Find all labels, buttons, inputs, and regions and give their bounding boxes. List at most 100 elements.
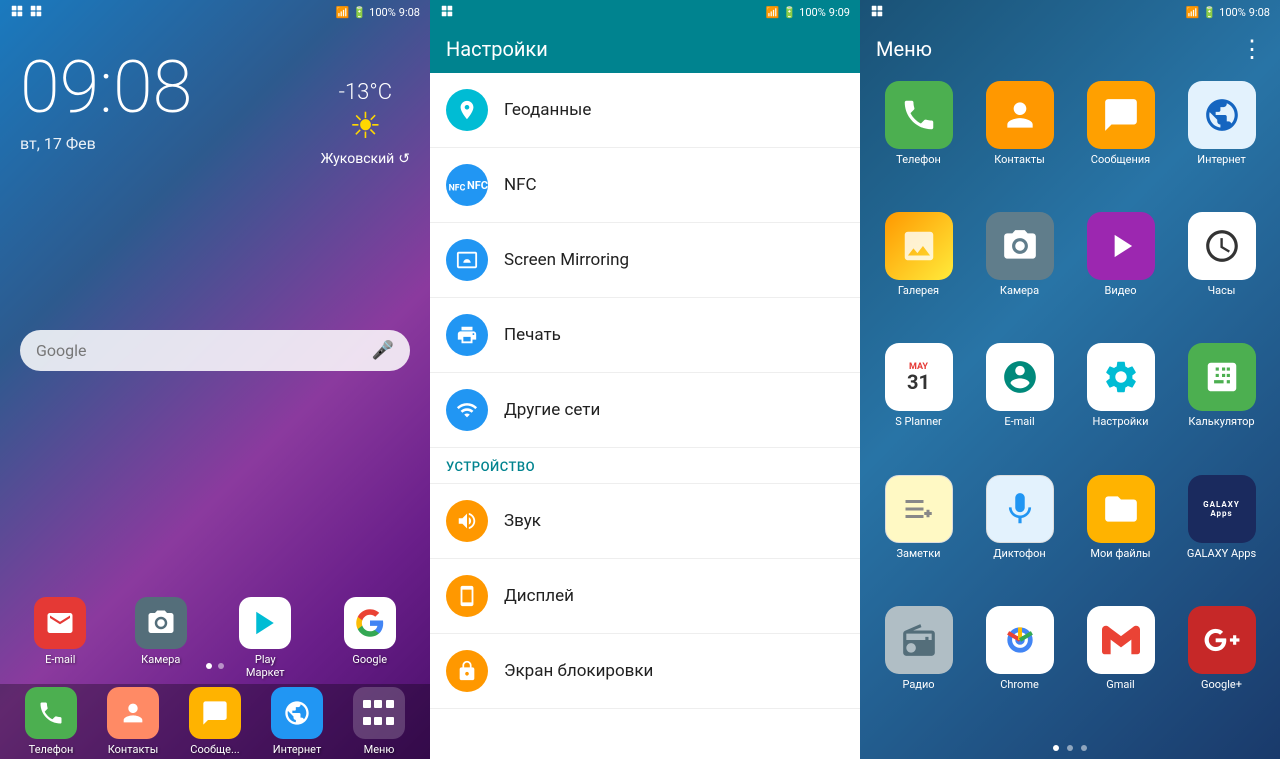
app-grid-splanner[interactable]: MAY 31 S Planner: [872, 343, 965, 466]
apps-grid: Телефон Контакты Сообщения Интернет Га: [860, 73, 1280, 737]
app-grid-internet[interactable]: Интернет: [1175, 81, 1268, 204]
google-label: Google: [36, 341, 87, 360]
grid-chrome-icon: [986, 606, 1054, 674]
app-grid-video[interactable]: Видео: [1074, 212, 1167, 335]
grid-gmail-label: Gmail: [1106, 678, 1134, 691]
grid-camera-icon: [986, 212, 1054, 280]
settings-item-geo[interactable]: Геоданные: [430, 73, 860, 148]
grid-video-label: Видео: [1105, 284, 1137, 297]
grid-chrome-label: Chrome: [1000, 678, 1039, 691]
status-bar-panel1: 📶 🔋 100% 9:08: [0, 0, 430, 25]
networks-label: Другие сети: [504, 400, 600, 420]
grid-myfiles-icon: [1087, 475, 1155, 543]
sound-label: Звук: [504, 511, 541, 531]
app-grid-camera[interactable]: Камера: [973, 212, 1066, 335]
grid-recorder-label: Диктофон: [993, 547, 1046, 560]
nfc-label: NFC: [504, 175, 537, 195]
app-grid-myfiles[interactable]: Мои файлы: [1074, 475, 1167, 598]
grid-notes-icon: [885, 475, 953, 543]
settings-header: Настройки: [430, 25, 860, 73]
dock-phone[interactable]: Телефон: [25, 687, 77, 756]
grid-messages-label: Сообщения: [1091, 153, 1150, 166]
dock-internet-icon: [271, 687, 323, 739]
email-icon: [34, 597, 86, 649]
lockscreen-icon: [446, 650, 488, 692]
grid-messages-icon: [1087, 81, 1155, 149]
print-icon: [446, 314, 488, 356]
dock: Телефон Контакты Сообще... Интернет: [0, 684, 430, 759]
sound-icon: [446, 500, 488, 542]
grid-gallery-icon: [885, 212, 953, 280]
settings-item-networks[interactable]: Другие сети: [430, 373, 860, 448]
dock-phone-label: Телефон: [29, 743, 74, 756]
grid-galaxyapps-icon: GALAXY Apps: [1188, 475, 1256, 543]
city-name: Жуковский ↺: [321, 151, 410, 167]
grid-phone-icon: [885, 81, 953, 149]
settings-title: Настройки: [446, 37, 548, 61]
page-dots-panel3: [860, 737, 1280, 759]
app-grid-recorder[interactable]: Диктофон: [973, 475, 1066, 598]
dot-1: [206, 663, 212, 669]
app-grid-calc[interactable]: Калькулятор: [1175, 343, 1268, 466]
grid-gplus-icon: [1188, 606, 1256, 674]
app-grid-gallery[interactable]: Галерея: [872, 212, 965, 335]
appmenu-header: Меню ⋮: [860, 25, 1280, 73]
panel-lockscreen: 📶 🔋 100% 9:08 09:08 вт, 17 Фев -13°C ☀ Ж…: [0, 0, 430, 759]
mic-icon[interactable]: 🎤: [372, 340, 394, 361]
dock-messages[interactable]: Сообще...: [189, 687, 241, 756]
dock-internet[interactable]: Интернет: [271, 687, 323, 756]
app-grid-messages[interactable]: Сообщения: [1074, 81, 1167, 204]
grid-email2-icon: [986, 343, 1054, 411]
appmenu-title: Меню: [876, 37, 932, 61]
app-grid-chrome[interactable]: Chrome: [973, 606, 1066, 729]
dock-contacts[interactable]: Контакты: [107, 687, 159, 756]
dock-menu[interactable]: Меню: [353, 687, 405, 756]
grid-clock-label: Часы: [1208, 284, 1236, 297]
app-grid-notes[interactable]: Заметки: [872, 475, 965, 598]
settings-item-mirroring[interactable]: Screen Mirroring: [430, 223, 860, 298]
app-grid-galaxyapps[interactable]: GALAXY Apps GALAXY Apps: [1175, 475, 1268, 598]
status-bar-panel3: 📶🔋 100% 9:08: [860, 0, 1280, 25]
nfc-icon: NFC NFC: [446, 164, 488, 206]
app-grid-settings2[interactable]: Настройки: [1074, 343, 1167, 466]
mirroring-icon: [446, 239, 488, 281]
settings-item-lockscreen[interactable]: Экран блокировки: [430, 634, 860, 709]
settings-item-sound[interactable]: Звук: [430, 484, 860, 559]
grid-notes-label: Заметки: [896, 547, 940, 560]
grid-recorder-icon: [986, 475, 1054, 543]
dock-messages-label: Сообще...: [190, 743, 239, 756]
settings-item-nfc[interactable]: NFC NFC NFC: [430, 148, 860, 223]
status-left-panel2: [440, 4, 454, 21]
grid-contacts-label: Контакты: [994, 153, 1045, 166]
more-options-icon[interactable]: ⋮: [1240, 35, 1264, 63]
grid-internet-icon: [1188, 81, 1256, 149]
app-grid-radio[interactable]: Радио: [872, 606, 965, 729]
grid-gmail-icon: [1087, 606, 1155, 674]
grid-calc-icon: [1188, 343, 1256, 411]
app-grid-gplus[interactable]: Google+: [1175, 606, 1268, 729]
app-grid-gmail[interactable]: Gmail: [1074, 606, 1167, 729]
app-grid-contacts[interactable]: Контакты: [973, 81, 1066, 204]
grid-calc-label: Калькулятор: [1188, 415, 1254, 428]
play-icon: [239, 597, 291, 649]
grid-phone-label: Телефон: [896, 153, 941, 166]
refresh-icon[interactable]: ↺: [398, 151, 410, 167]
settings-item-display[interactable]: Дисплей: [430, 559, 860, 634]
grid-video-icon: [1087, 212, 1155, 280]
panel-settings: 📶🔋 100% 9:09 Настройки Геоданные NFC NFC…: [430, 0, 860, 759]
google-search-bar[interactable]: Google 🎤: [20, 330, 410, 371]
grid-settings2-icon: [1087, 343, 1155, 411]
geo-icon: [446, 89, 488, 131]
settings-item-print[interactable]: Печать: [430, 298, 860, 373]
app-grid-email2[interactable]: E-mail: [973, 343, 1066, 466]
google-app-icon: [344, 597, 396, 649]
app-grid-phone[interactable]: Телефон: [872, 81, 965, 204]
grid-settings2-label: Настройки: [1093, 415, 1149, 428]
status-left-icons: [10, 4, 43, 21]
grid-splanner-label: S Planner: [895, 415, 942, 428]
grid-clock-icon: [1188, 212, 1256, 280]
app-grid-clock[interactable]: Часы: [1175, 212, 1268, 335]
lockscreen-label: Экран блокировки: [504, 661, 653, 681]
dot-p3-3: [1081, 745, 1087, 751]
dock-messages-icon: [189, 687, 241, 739]
